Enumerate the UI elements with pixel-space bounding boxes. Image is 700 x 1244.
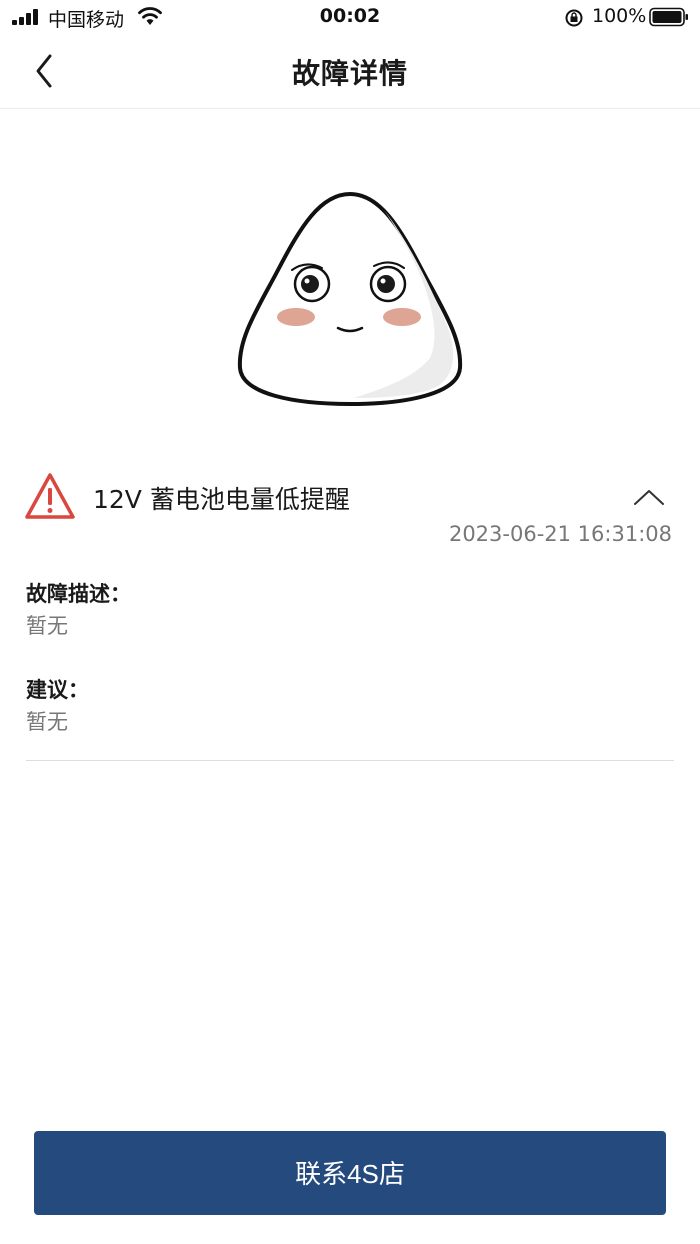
contact-dealer-button[interactable]: 联系4S店 <box>34 1131 666 1215</box>
warning-triangle-icon <box>25 473 75 519</box>
suggestion-value: 暂无 <box>26 710 68 734</box>
chevron-up-icon <box>634 490 664 505</box>
fault-timestamp: 2023-06-21 16:31:08 <box>448 522 672 546</box>
rotation-lock-icon <box>565 9 583 27</box>
battery-icon <box>649 7 688 27</box>
suggestion-label: 建议： <box>26 678 89 702</box>
collapse-button[interactable] <box>632 486 666 508</box>
battery-percentage: 100% <box>592 5 647 27</box>
description-label: 故障描述： <box>26 582 131 606</box>
page-title: 故障详情 <box>291 57 408 90</box>
rice-ball-mascot-illustration <box>237 191 463 407</box>
divider <box>26 760 674 761</box>
fault-header: 12V 蓄电池电量低提醒 2023-06-21 16:31:08 <box>0 466 700 556</box>
description-value: 暂无 <box>26 614 68 638</box>
navigation-bar: 故障详情 <box>0 36 700 109</box>
fault-title: 12V 蓄电池电量低提醒 <box>93 485 350 514</box>
status-bar: 中国移动 00:02 100% <box>0 0 700 36</box>
